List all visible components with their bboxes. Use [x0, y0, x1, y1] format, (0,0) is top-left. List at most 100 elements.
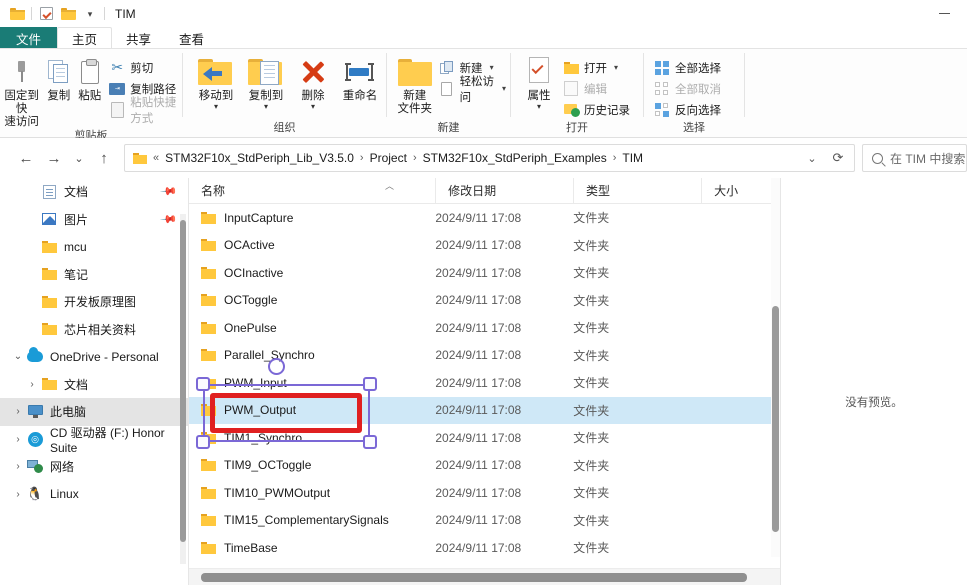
pin-to-quick-access-button[interactable]: 固定到快 速访问: [0, 55, 43, 129]
customize-caret-icon[interactable]: ▾: [79, 3, 101, 25]
column-header-size[interactable]: 大小: [701, 178, 780, 204]
rename-button[interactable]: 重命名: [335, 55, 385, 103]
pin-icon[interactable]: 📌: [160, 210, 179, 229]
file-name-cell[interactable]: TIM15_ComplementarySignals: [189, 513, 435, 527]
sidebar-item-10[interactable]: › 网络: [0, 453, 188, 481]
expand-chevron-icon[interactable]: ⌄: [10, 351, 26, 362]
column-header-type[interactable]: 类型: [573, 178, 701, 204]
chevron-down-icon[interactable]: ▾: [311, 103, 315, 111]
table-row[interactable]: TIM15_ComplementarySignals 2024/9/11 17:0…: [189, 507, 780, 535]
paste-shortcut-button[interactable]: 粘贴快捷方式: [109, 97, 182, 125]
table-row[interactable]: InputCapture 2024/9/11 17:08 文件夹: [189, 204, 780, 232]
expand-chevron-icon[interactable]: ›: [10, 434, 26, 445]
sidebar-item-8[interactable]: › 此电脑: [0, 398, 188, 426]
file-name-cell[interactable]: PWM_Output: [189, 403, 435, 417]
back-button[interactable]: ←: [12, 144, 40, 172]
tab-file[interactable]: 文件: [0, 27, 58, 49]
table-row[interactable]: OCInactive 2024/9/11 17:08 文件夹: [189, 259, 780, 287]
file-name-cell[interactable]: InputCapture: [189, 211, 435, 225]
select-none-button[interactable]: 全部取消: [654, 79, 725, 98]
table-row[interactable]: TIM1_Synchro 2024/9/11 17:08 文件夹: [189, 424, 780, 452]
refresh-button[interactable]: ⟳: [826, 146, 850, 170]
sidebar-item-0[interactable]: 文档 📌: [0, 178, 188, 206]
filelist-hscrollbar-track[interactable]: [189, 568, 780, 585]
breadcrumb-item-lib[interactable]: STM32F10x_StdPeriph_Lib_V3.5.0: [165, 151, 354, 165]
pin-icon[interactable]: 📌: [160, 182, 179, 201]
chevron-down-icon[interactable]: ▾: [490, 63, 494, 72]
filelist-hscrollbar-thumb[interactable]: [201, 573, 747, 582]
chevron-down-icon[interactable]: ▾: [502, 84, 506, 93]
minimize-button[interactable]: [921, 0, 967, 27]
chevron-right-icon[interactable]: ›: [354, 152, 370, 164]
column-header-name[interactable]: 名称: [189, 178, 435, 204]
table-row[interactable]: OnePulse 2024/9/11 17:08 文件夹: [189, 314, 780, 342]
breadcrumb-dropdown-button[interactable]: ⌄: [800, 146, 824, 170]
breadcrumb-item-tim[interactable]: TIM: [622, 151, 643, 165]
expand-chevron-icon[interactable]: ›: [10, 461, 26, 472]
chevron-down-icon[interactable]: ▾: [537, 103, 541, 111]
file-name-cell[interactable]: OnePulse: [189, 321, 435, 335]
chevron-right-icon[interactable]: ›: [607, 152, 623, 164]
move-to-button[interactable]: 移动到 ▾: [191, 55, 241, 111]
table-row[interactable]: Parallel_Synchro 2024/9/11 17:08 文件夹: [189, 342, 780, 370]
file-name-cell[interactable]: OCActive: [189, 238, 435, 252]
sidebar-item-2[interactable]: mcu: [0, 233, 188, 261]
file-name-cell[interactable]: OCInactive: [189, 266, 435, 280]
file-name-cell[interactable]: OCToggle: [189, 293, 435, 307]
table-row[interactable]: TimeBase 2024/9/11 17:08 文件夹: [189, 534, 780, 562]
up-button[interactable]: ↑: [90, 144, 118, 172]
properties-button[interactable]: 属性 ▾: [517, 55, 561, 111]
sidebar-item-5[interactable]: 芯片相关资料: [0, 316, 188, 344]
file-name-cell[interactable]: TIM9_OCToggle: [189, 458, 435, 472]
file-name-cell[interactable]: Parallel_Synchro: [189, 348, 435, 362]
filelist-vscrollbar-thumb[interactable]: [772, 306, 779, 532]
chevron-right-icon[interactable]: ›: [407, 152, 423, 164]
invert-selection-button[interactable]: 反向选择: [654, 100, 725, 119]
search-box[interactable]: 在 TIM 中搜索: [862, 144, 967, 172]
expand-chevron-icon[interactable]: ›: [10, 406, 26, 417]
table-row[interactable]: TIM9_OCToggle 2024/9/11 17:08 文件夹: [189, 452, 780, 480]
chevron-down-icon[interactable]: ▾: [614, 63, 618, 72]
copy-to-button[interactable]: 复制到 ▾: [241, 55, 291, 111]
file-name-cell[interactable]: TIM1_Synchro: [189, 431, 435, 445]
file-name-cell[interactable]: TimeBase: [189, 541, 435, 555]
delete-button[interactable]: 删除 ▾: [291, 55, 335, 111]
breadcrumb-bar[interactable]: « STM32F10x_StdPeriph_Lib_V3.5.0 › Proje…: [124, 144, 855, 172]
paste-button[interactable]: 粘贴: [74, 55, 105, 103]
tab-share[interactable]: 共享: [112, 27, 165, 49]
cut-button[interactable]: ✂ 剪切: [109, 58, 182, 77]
table-row[interactable]: PWM_Input 2024/9/11 17:08 文件夹: [189, 369, 780, 397]
history-button[interactable]: 历史记录: [563, 100, 634, 119]
sidebar-item-7[interactable]: › 文档: [0, 371, 188, 399]
sidebar-item-4[interactable]: 开发板原理图: [0, 288, 188, 316]
sidebar-scrollbar-thumb[interactable]: [180, 220, 186, 542]
chevron-down-icon[interactable]: ▾: [214, 103, 218, 111]
table-row[interactable]: PWM_Output 2024/9/11 17:08 文件夹: [189, 396, 780, 424]
folder-icon[interactable]: [6, 3, 28, 25]
expand-chevron-icon[interactable]: ›: [10, 489, 26, 500]
table-row[interactable]: OCToggle 2024/9/11 17:08 文件夹: [189, 287, 780, 315]
new-folder-button[interactable]: 新建 文件夹: [393, 55, 437, 116]
column-header-date[interactable]: 修改日期: [435, 178, 573, 204]
sidebar-item-3[interactable]: 笔记: [0, 261, 188, 289]
sidebar-item-11[interactable]: › 🐧 Linux: [0, 481, 188, 509]
file-name-cell[interactable]: TIM10_PWMOutput: [189, 486, 435, 500]
chevron-down-icon[interactable]: ▾: [264, 103, 268, 111]
edit-button[interactable]: 编辑: [563, 79, 634, 98]
recent-locations-button[interactable]: ⌄: [68, 144, 90, 172]
table-row[interactable]: OCActive 2024/9/11 17:08 文件夹: [189, 232, 780, 260]
expand-chevron-icon[interactable]: ›: [24, 379, 40, 390]
file-name-cell[interactable]: PWM_Input: [189, 376, 435, 390]
new-folder-icon[interactable]: [57, 3, 79, 25]
search-input[interactable]: 在 TIM 中搜索: [890, 150, 965, 167]
breadcrumb-item-project[interactable]: Project: [370, 151, 407, 165]
open-button[interactable]: 打开 ▾: [563, 58, 634, 77]
copy-button[interactable]: 复制: [43, 55, 74, 103]
table-row[interactable]: TIM10_PWMOutput 2024/9/11 17:08 文件夹: [189, 479, 780, 507]
tab-view[interactable]: 查看: [165, 27, 218, 49]
sidebar-item-9[interactable]: › ◎ CD 驱动器 (F:) Honor Suite: [0, 426, 188, 455]
tab-home[interactable]: 主页: [57, 27, 113, 49]
breadcrumb-item-examples[interactable]: STM32F10x_StdPeriph_Examples: [423, 151, 607, 165]
forward-button[interactable]: →: [40, 144, 68, 172]
sidebar-item-1[interactable]: 图片 📌: [0, 206, 188, 234]
